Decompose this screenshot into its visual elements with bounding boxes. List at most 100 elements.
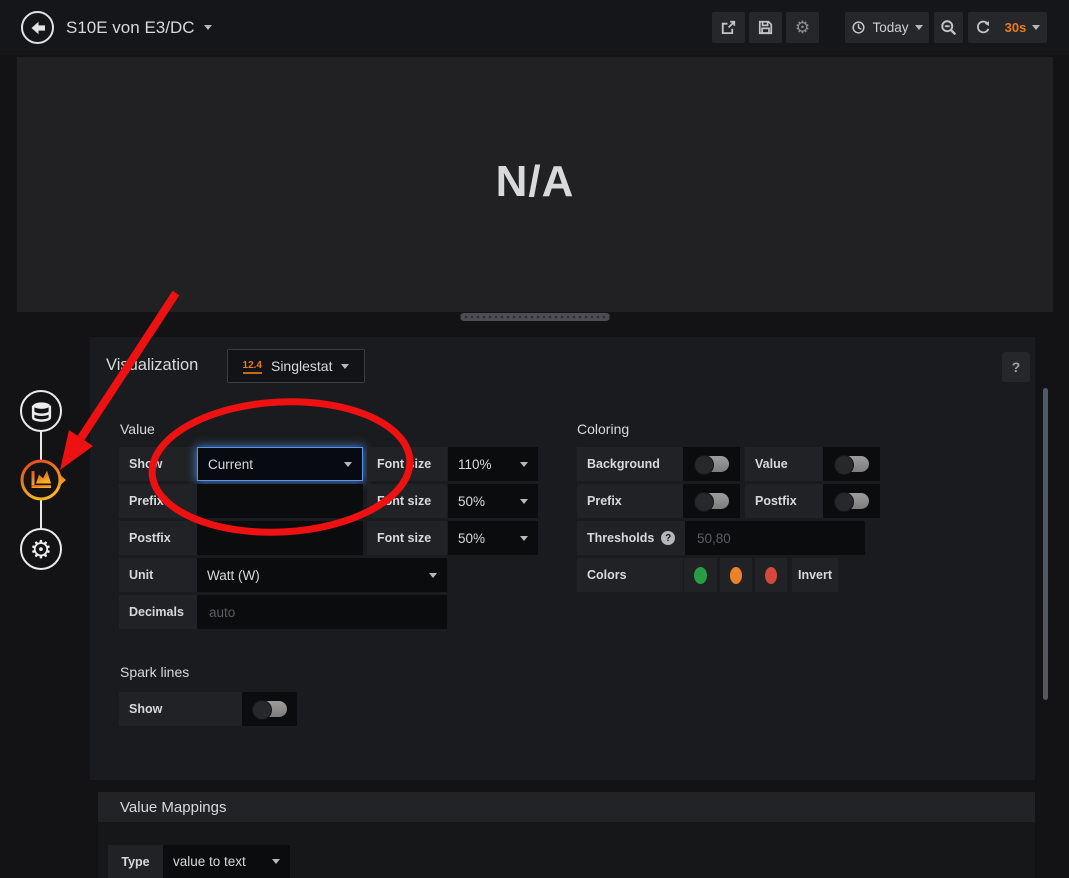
viz-type-picker[interactable]: 12.4 Singlestat <box>227 349 365 383</box>
prefix-label: Prefix <box>119 484 197 518</box>
singlestat-value: N/A <box>17 157 1053 207</box>
prefix-field <box>197 484 363 518</box>
background-toggle-label: Background <box>577 447 683 481</box>
singlestat-panel: N/A <box>17 57 1053 312</box>
threshold-color-red[interactable] <box>755 558 787 592</box>
mapping-type-label: Type <box>108 845 163 878</box>
refresh-button-group: 30s <box>968 12 1047 43</box>
tab-visualization[interactable] <box>20 458 66 502</box>
value-mappings-body: Type value to text <box>98 822 1035 878</box>
share-button[interactable] <box>712 12 745 43</box>
show-stat-select[interactable]: Current <box>197 447 363 481</box>
mapping-type-select[interactable]: value to text <box>163 845 290 878</box>
postfix-toggle-label: Postfix <box>745 484 823 518</box>
prefix-color-toggle[interactable] <box>683 484 740 518</box>
editor-tab-title: Visualization <box>106 356 198 375</box>
arrow-left-icon <box>29 19 47 37</box>
toggle-switch <box>253 701 287 717</box>
caret-down-icon <box>1032 25 1040 30</box>
thresholds-label: Thresholds ? <box>577 521 685 555</box>
tab-queries[interactable] <box>20 390 62 432</box>
time-range-button[interactable]: Today <box>845 12 929 43</box>
font-size-label: Font size <box>367 484 447 518</box>
zoom-out-button[interactable] <box>934 12 963 43</box>
caret-down-icon <box>272 859 280 864</box>
value-section-title: Value <box>120 421 155 437</box>
value-mappings-header: Value Mappings <box>98 792 1035 822</box>
dashboard-settings-button[interactable]: ⚙ <box>786 12 819 43</box>
unit-select[interactable]: Watt (W) <box>197 558 447 592</box>
color-swatch <box>730 567 742 584</box>
share-icon <box>720 19 737 36</box>
save-button[interactable] <box>749 12 782 43</box>
postfix-label: Postfix <box>119 521 197 555</box>
threshold-color-orange[interactable] <box>720 558 752 592</box>
prefix-toggle-label: Prefix <box>577 484 683 518</box>
caret-down-icon <box>520 462 528 467</box>
font-size-label: Font size <box>367 447 447 481</box>
show-label: Show <box>119 447 197 481</box>
caret-down-icon <box>429 573 437 578</box>
invert-colors-button[interactable]: Invert <box>792 558 838 592</box>
navbar: S10E von E3/DC ⚙ <box>0 0 1069 55</box>
refresh-interval-label: 30s <box>1005 20 1027 35</box>
toggle-switch <box>695 456 729 472</box>
caret-down-icon <box>204 25 212 30</box>
viz-type-value: Singlestat <box>271 358 332 374</box>
toggle-switch <box>835 493 869 509</box>
time-range-label: Today <box>872 20 908 35</box>
clock-icon <box>851 20 866 35</box>
postfix-input[interactable] <box>207 530 353 547</box>
grafana-app: S10E von E3/DC ⚙ <box>0 0 1069 878</box>
database-icon <box>30 400 53 423</box>
tab-general[interactable]: ⚙ <box>20 528 62 570</box>
value-mappings-title: Value Mappings <box>120 799 226 816</box>
color-swatch <box>694 567 707 584</box>
question-circle-icon[interactable]: ? <box>661 531 675 545</box>
color-swatch <box>765 567 777 584</box>
decimals-field <box>197 595 447 629</box>
caret-down-icon <box>341 364 349 369</box>
dashboard-title-button[interactable]: S10E von E3/DC <box>66 0 212 55</box>
unit-label: Unit <box>119 558 197 592</box>
refresh-button[interactable] <box>968 12 998 43</box>
toggle-switch <box>695 493 729 509</box>
decimals-input[interactable] <box>207 604 437 621</box>
caret-down-icon <box>344 462 352 467</box>
save-icon <box>757 19 774 36</box>
thresholds-field <box>685 521 865 555</box>
visualization-icon <box>20 458 66 502</box>
caret-down-icon <box>520 499 528 504</box>
toggle-switch <box>835 456 869 472</box>
gear-wrench-icon: ⚙ <box>30 537 52 562</box>
back-button[interactable] <box>21 11 54 44</box>
colors-label: Colors <box>577 558 683 592</box>
caret-down-icon <box>915 25 923 30</box>
font-size-label: Font size <box>367 521 447 555</box>
thresholds-input[interactable] <box>695 530 855 547</box>
zoom-out-icon <box>940 19 957 36</box>
refresh-icon <box>975 20 991 36</box>
singlestat-viz-icon: 12.4 <box>243 359 262 374</box>
visualization-editor: Visualization 12.4 Singlestat ? Value Sh… <box>90 337 1035 780</box>
postfix-font-size-select[interactable]: 50% <box>448 521 538 555</box>
decimals-label: Decimals <box>119 595 197 629</box>
caret-down-icon <box>520 536 528 541</box>
postfix-color-toggle[interactable] <box>823 484 880 518</box>
background-color-toggle[interactable] <box>683 447 740 481</box>
gear-icon: ⚙ <box>795 18 810 38</box>
panel-resize-handle[interactable] <box>460 313 610 321</box>
prefix-input[interactable] <box>207 493 353 510</box>
sparkline-show-label: Show <box>119 692 242 726</box>
threshold-color-green[interactable] <box>684 558 717 592</box>
value-font-size-select[interactable]: 110% <box>448 447 538 481</box>
panel-help-button[interactable]: ? <box>1002 352 1030 382</box>
sparkline-show-toggle[interactable] <box>242 692 297 726</box>
refresh-interval-dropdown[interactable]: 30s <box>998 12 1048 43</box>
value-color-toggle[interactable] <box>823 447 880 481</box>
value-toggle-label: Value <box>745 447 823 481</box>
prefix-font-size-select[interactable]: 50% <box>448 484 538 518</box>
dashboard-title: S10E von E3/DC <box>66 18 195 38</box>
postfix-field <box>197 521 363 555</box>
editor-scrollbar[interactable] <box>1043 388 1048 700</box>
